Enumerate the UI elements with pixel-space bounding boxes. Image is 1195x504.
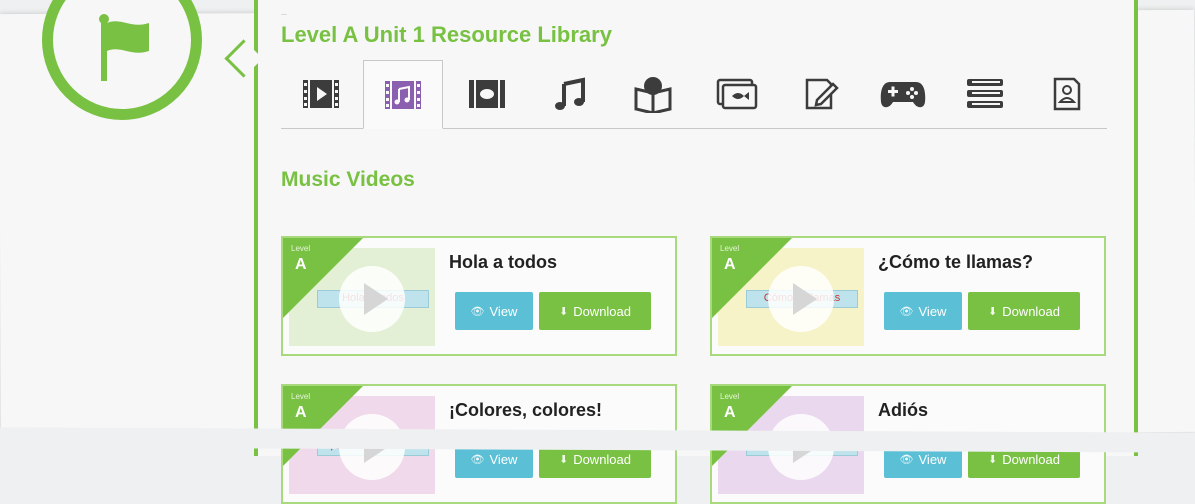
tab-slideshows[interactable] — [697, 60, 777, 128]
card-title: Hola a todos — [449, 252, 558, 272]
tab-music-videos[interactable] — [363, 60, 443, 129]
level-label: Level — [291, 244, 311, 253]
eye-icon: 👁 — [470, 453, 485, 466]
level-letter: A — [295, 404, 307, 421]
tab-films[interactable] — [281, 60, 361, 128]
download-icon: ⬇ — [558, 305, 569, 318]
tab-readers[interactable] — [945, 60, 1025, 128]
resource-card: Hola a todos Level A Hola a todos 👁 View… — [281, 236, 677, 356]
breadcrumb[interactable]: ... — [281, 10, 287, 17]
card-title: ¿Cómo te llamas? — [878, 252, 1034, 272]
eye-icon: 👁 — [899, 305, 914, 318]
music-video-icon — [385, 80, 421, 109]
tab-songs[interactable] — [531, 60, 611, 128]
level-letter: A — [295, 256, 307, 273]
video-icon — [469, 80, 505, 108]
tab-worksheets[interactable] — [781, 60, 861, 128]
book-icon — [634, 77, 672, 113]
download-icon: ⬇ — [987, 305, 998, 318]
download-button[interactable]: ⬇ Download — [539, 292, 651, 330]
tab-assessments[interactable] — [1027, 60, 1107, 128]
view-button[interactable]: 👁 View — [884, 292, 962, 330]
film-icon — [303, 80, 339, 108]
flag-icon — [99, 14, 149, 81]
profile-card-icon — [1053, 77, 1081, 111]
edit-document-icon — [805, 78, 839, 110]
eye-icon: 👁 — [899, 453, 914, 466]
section-title: Music Videos — [281, 168, 415, 191]
music-note-icon — [555, 77, 585, 110]
download-icon: ⬇ — [558, 453, 569, 466]
page-title: Level A Unit 1 Resource Library — [281, 22, 612, 47]
resource-tabs — [281, 60, 1107, 129]
level-label: Level — [720, 244, 740, 253]
level-letter: A — [724, 256, 736, 273]
stack-icon — [967, 79, 1003, 108]
card-title: Adiós — [878, 400, 929, 420]
tab-games[interactable] — [863, 60, 943, 128]
tab-videos[interactable] — [447, 60, 527, 128]
slideshow-icon — [716, 78, 758, 110]
level-label: Level — [720, 392, 740, 401]
level-letter: A — [724, 404, 736, 421]
download-button[interactable]: ⬇ Download — [968, 292, 1080, 330]
resource-card: Cómo te llamas Level A ¿Cómo te llamas? … — [710, 236, 1106, 356]
level-label: Level — [291, 392, 311, 401]
download-icon: ⬇ — [987, 453, 998, 466]
tab-stories[interactable] — [613, 60, 693, 128]
gamepad-icon — [880, 82, 926, 108]
eye-icon: 👁 — [470, 305, 485, 318]
view-button[interactable]: 👁 View — [455, 292, 533, 330]
page-edge — [0, 427, 1195, 453]
card-title: ¡Colores, colores! — [449, 400, 603, 420]
